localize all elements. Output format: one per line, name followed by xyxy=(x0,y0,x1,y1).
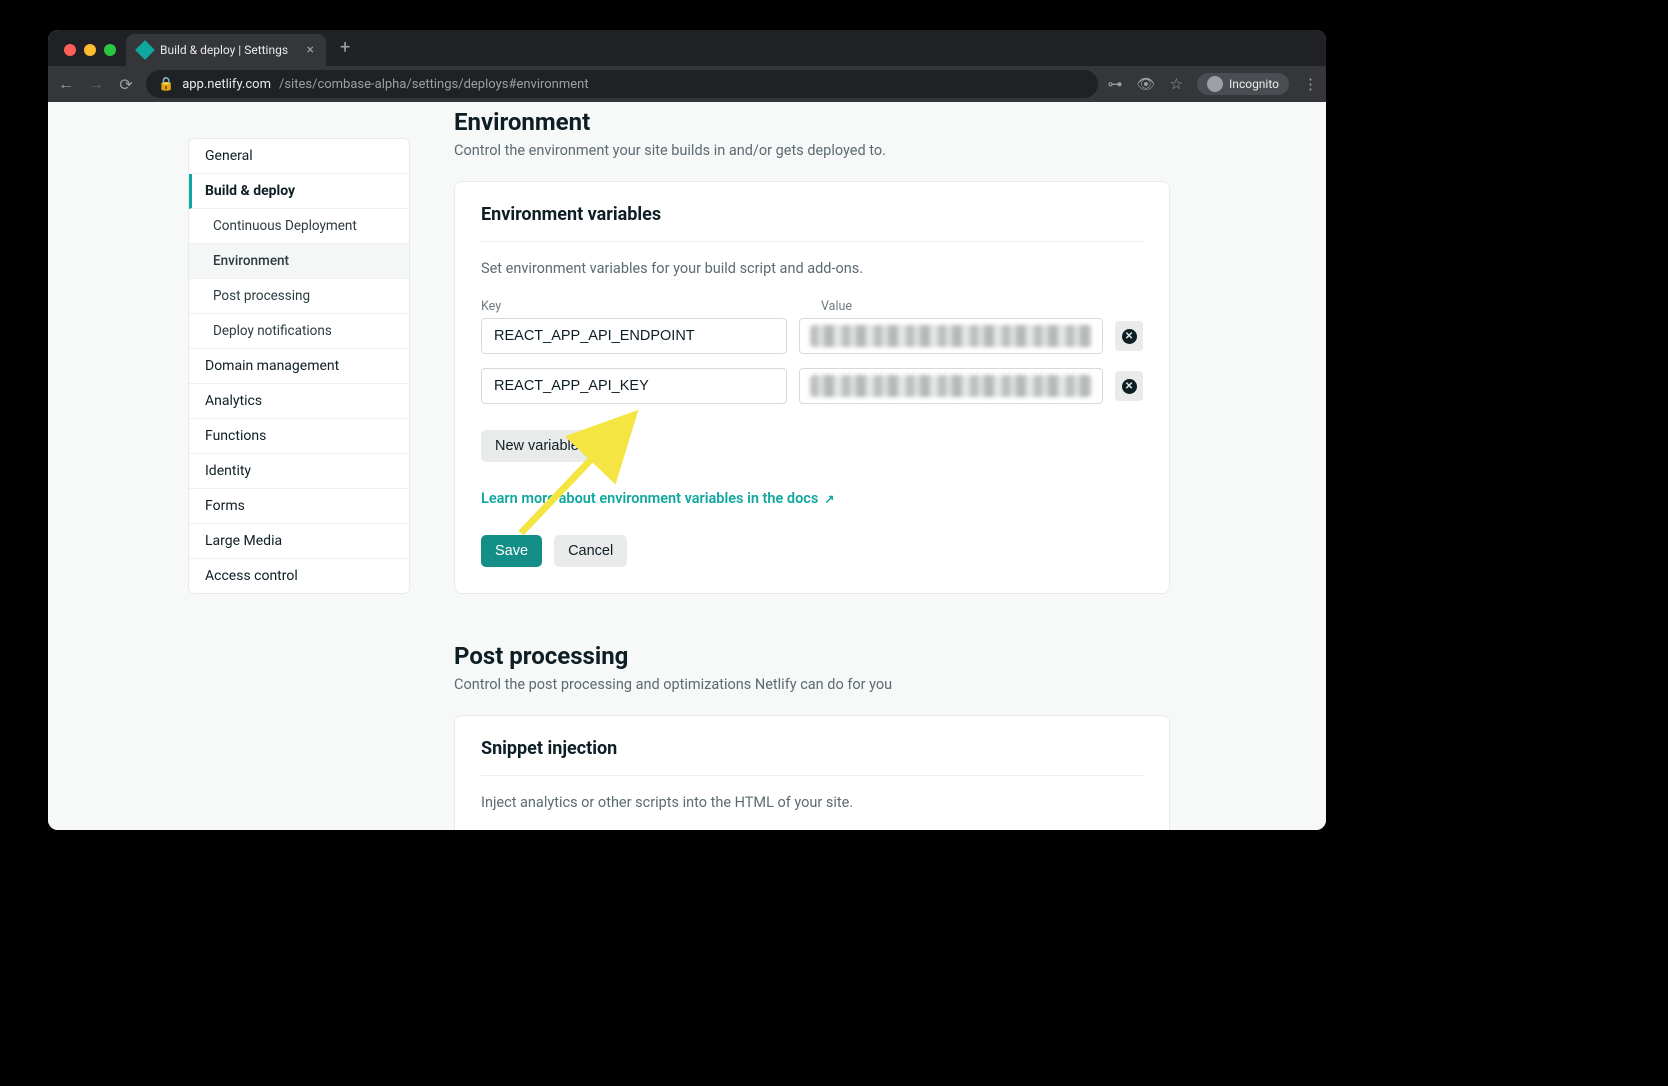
maximize-window-button[interactable] xyxy=(104,44,116,56)
url-path: /sites/combase-alpha/settings/deploys#en… xyxy=(279,77,589,92)
environment-title: Environment xyxy=(454,108,1170,136)
sidebar-item-environment[interactable]: Environment xyxy=(189,244,409,279)
more-icon[interactable]: ⋮ xyxy=(1303,75,1318,93)
netlify-favicon xyxy=(135,40,155,60)
snippet-heading: Snippet injection xyxy=(481,738,1143,776)
sidebar-item-general[interactable]: General xyxy=(189,139,409,174)
star-icon[interactable]: ☆ xyxy=(1170,75,1183,93)
external-link-icon: ↗ xyxy=(824,492,834,506)
sidebar-item-domain-management[interactable]: Domain management xyxy=(189,349,409,384)
cancel-button[interactable]: Cancel xyxy=(554,535,627,567)
close-window-button[interactable] xyxy=(64,44,76,56)
incognito-icon xyxy=(1207,76,1223,92)
close-icon: ✕ xyxy=(1122,379,1137,394)
env-var-row: ✕ xyxy=(481,318,1143,354)
snippet-desc: Inject analytics or other scripts into t… xyxy=(481,794,1143,811)
incognito-badge: Incognito xyxy=(1197,73,1289,95)
key-column-label: Key xyxy=(481,299,809,314)
env-var-row: ✕ xyxy=(481,368,1143,404)
new-tab-button[interactable]: + xyxy=(326,37,364,66)
post-processing-title: Post processing xyxy=(454,642,1170,670)
sidebar-item-large-media[interactable]: Large Media xyxy=(189,524,409,559)
post-processing-desc: Control the post processing and optimiza… xyxy=(454,676,1170,693)
env-key-input[interactable] xyxy=(481,368,787,404)
sidebar-item-deploy-notifications[interactable]: Deploy notifications xyxy=(189,314,409,349)
environment-variables-card: Environment variables Set environment va… xyxy=(454,181,1170,594)
eye-off-icon[interactable]: 👁 xyxy=(1137,75,1156,93)
env-docs-link[interactable]: Learn more about environment variables i… xyxy=(481,490,834,507)
main-column: Environment Control the environment your… xyxy=(410,102,1170,830)
sidebar-item-analytics[interactable]: Analytics xyxy=(189,384,409,419)
minimize-window-button[interactable] xyxy=(84,44,96,56)
snippet-injection-card: Snippet injection Inject analytics or ot… xyxy=(454,715,1170,830)
sidebar-item-post-processing[interactable]: Post processing xyxy=(189,279,409,314)
url-field[interactable]: 🔒 app.netlify.com/sites/combase-alpha/se… xyxy=(146,70,1098,98)
close-icon: ✕ xyxy=(1122,329,1137,344)
sidebar-item-identity[interactable]: Identity xyxy=(189,454,409,489)
save-button[interactable]: Save xyxy=(481,535,542,567)
sidebar-panel: GeneralBuild & deployContinuous Deployme… xyxy=(188,138,410,594)
new-variable-button[interactable]: New variable xyxy=(481,430,593,462)
url-bar: ← → ⟳ 🔒 app.netlify.com/sites/combase-al… xyxy=(48,66,1326,102)
forward-icon: → xyxy=(86,74,106,94)
lock-icon: 🔒 xyxy=(158,77,174,92)
browser-tab[interactable]: Build & deploy | Settings × xyxy=(126,34,326,66)
page-content: GeneralBuild & deployContinuous Deployme… xyxy=(48,102,1326,830)
sidebar-item-forms[interactable]: Forms xyxy=(189,489,409,524)
key-icon[interactable]: ⊶ xyxy=(1108,75,1123,93)
sidebar-item-continuous-deployment[interactable]: Continuous Deployment xyxy=(189,209,409,244)
redacted-value xyxy=(810,375,1092,397)
sidebar-item-build-deploy[interactable]: Build & deploy xyxy=(189,174,409,209)
env-key-input[interactable] xyxy=(481,318,787,354)
env-var-headers: Key Value xyxy=(481,299,1143,314)
env-vars-desc: Set environment variables for your build… xyxy=(481,260,1143,277)
window-controls xyxy=(58,44,126,66)
card-actions: Save Cancel xyxy=(481,535,1143,567)
environment-desc: Control the environment your site builds… xyxy=(454,142,1170,159)
settings-sidebar: GeneralBuild & deployContinuous Deployme… xyxy=(188,138,410,830)
tab-title: Build & deploy | Settings xyxy=(160,43,288,57)
toolbar-right: ⊶ 👁 ☆ Incognito ⋮ xyxy=(1108,73,1318,95)
redacted-value xyxy=(810,325,1092,347)
value-column-label: Value xyxy=(821,299,852,314)
delete-var-button[interactable]: ✕ xyxy=(1115,371,1143,401)
env-vars-heading: Environment variables xyxy=(481,204,1143,242)
tab-bar: Build & deploy | Settings × + xyxy=(48,30,1326,66)
reload-icon[interactable]: ⟳ xyxy=(116,75,136,94)
close-tab-icon[interactable]: × xyxy=(307,42,314,58)
sidebar-item-access-control[interactable]: Access control xyxy=(189,559,409,593)
delete-var-button[interactable]: ✕ xyxy=(1115,321,1143,351)
sidebar-item-functions[interactable]: Functions xyxy=(189,419,409,454)
browser-window: Build & deploy | Settings × + ← → ⟳ 🔒 ap… xyxy=(48,30,1326,830)
url-host: app.netlify.com xyxy=(182,77,271,92)
back-icon[interactable]: ← xyxy=(56,74,76,94)
